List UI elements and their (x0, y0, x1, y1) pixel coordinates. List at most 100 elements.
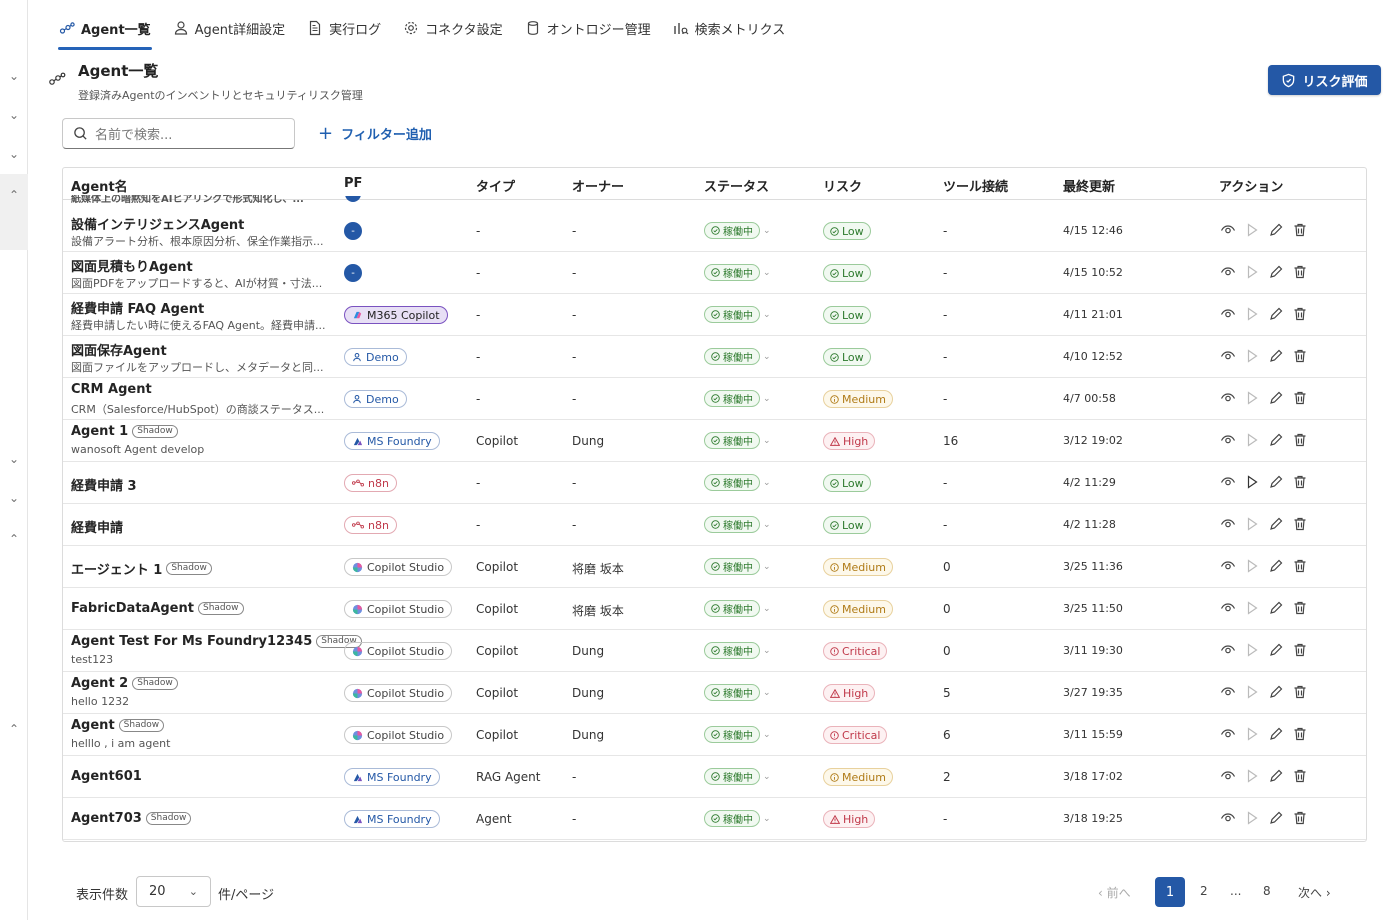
page-button-1[interactable]: 1 (1155, 877, 1185, 907)
delete-icon[interactable] (1292, 810, 1308, 826)
delete-icon[interactable] (1292, 432, 1308, 448)
status-dropdown[interactable]: 稼働中 ⌄ (704, 768, 771, 785)
run-icon[interactable] (1244, 390, 1260, 406)
run-icon[interactable] (1244, 558, 1260, 574)
run-icon[interactable] (1244, 810, 1260, 826)
view-icon[interactable] (1220, 474, 1236, 490)
view-icon[interactable] (1220, 516, 1236, 532)
run-icon[interactable] (1244, 516, 1260, 532)
view-icon[interactable] (1220, 558, 1236, 574)
table-row[interactable]: 図面保存Agent 図面ファイルをアップロードし、メタデータと同... Demo - -… (63, 336, 1366, 378)
chevron-down-icon[interactable]: ⌄ (7, 108, 21, 122)
status-dropdown[interactable]: 稼働中 ⌄ (704, 474, 771, 491)
delete-icon[interactable] (1292, 222, 1308, 238)
table-row[interactable]: 経費申請 FAQ Agent 経費申請したい時に使えるFAQ Agent。経費申請… (63, 294, 1366, 336)
tab-gear[interactable]: コネクタ設定 (392, 8, 513, 48)
column-header[interactable]: ツール接続 (943, 176, 1008, 195)
status-dropdown[interactable]: 稼働中 ⌄ (704, 726, 771, 743)
delete-icon[interactable] (1292, 768, 1308, 784)
view-icon[interactable] (1220, 264, 1236, 280)
delete-icon[interactable] (1292, 516, 1308, 532)
delete-icon[interactable] (1292, 684, 1308, 700)
tab-agents[interactable]: Agent一覧 (48, 8, 162, 50)
chevron-up-icon[interactable]: ⌃ (7, 722, 21, 736)
view-icon[interactable] (1220, 600, 1236, 616)
chevron-down-icon[interactable]: ⌄ (7, 452, 21, 466)
edit-icon[interactable] (1268, 474, 1284, 490)
run-icon[interactable] (1244, 264, 1260, 280)
tab-database[interactable]: オントロジー管理 (514, 8, 662, 48)
status-dropdown[interactable]: 稼働中 ⌄ (704, 432, 771, 449)
delete-icon[interactable] (1292, 474, 1308, 490)
view-icon[interactable] (1220, 642, 1236, 658)
delete-icon[interactable] (1292, 558, 1308, 574)
status-dropdown[interactable]: 稼働中 ⌄ (704, 306, 771, 323)
edit-icon[interactable] (1268, 390, 1284, 406)
edit-icon[interactable] (1268, 684, 1284, 700)
status-dropdown[interactable]: 稼働中 ⌄ (704, 390, 771, 407)
chevron-down-icon[interactable]: ⌄ (7, 491, 21, 505)
column-header[interactable]: Agent名 (71, 176, 128, 195)
chevron-up-icon[interactable]: ⌃ (7, 532, 21, 546)
table-row[interactable]: エージェント 1 Shadow Copilot Studio Copilot 将磨 坂本… (63, 546, 1366, 588)
column-header[interactable]: PF (344, 176, 362, 191)
view-icon[interactable] (1220, 432, 1236, 448)
table-row[interactable]: FabricDataAgent Shadow Copilot Studio Copil… (63, 588, 1366, 630)
chevron-down-icon[interactable]: ⌄ (7, 147, 21, 161)
edit-icon[interactable] (1268, 558, 1284, 574)
delete-icon[interactable] (1292, 726, 1308, 742)
table-row[interactable]: Agent 2 Shadow hello 1232 Copilot Studio Cop… (63, 672, 1366, 714)
delete-icon[interactable] (1292, 600, 1308, 616)
table-row[interactable]: 経費申請 3 n8n - - 稼働中 ⌄ Low - 4/2 11:29 (63, 462, 1366, 504)
edit-icon[interactable] (1268, 768, 1284, 784)
delete-icon[interactable] (1292, 642, 1308, 658)
column-header[interactable]: ステータス (704, 176, 769, 195)
status-dropdown[interactable]: 稼働中 ⌄ (704, 642, 771, 659)
status-dropdown[interactable]: 稼働中 ⌄ (704, 810, 771, 827)
view-icon[interactable] (1220, 222, 1236, 238)
edit-icon[interactable] (1268, 726, 1284, 742)
edit-icon[interactable] (1268, 516, 1284, 532)
column-header[interactable]: オーナー (572, 176, 624, 195)
table-row[interactable]: CRM Agent CRM（Salesforce/HubSpot）の商談ステータス… (63, 378, 1366, 420)
run-icon[interactable] (1244, 432, 1260, 448)
run-icon[interactable] (1244, 684, 1260, 700)
run-icon[interactable] (1244, 306, 1260, 322)
chevron-up-icon[interactable]: ⌃ (7, 188, 21, 202)
run-icon[interactable] (1244, 474, 1260, 490)
status-dropdown[interactable]: 稼働中 ⌄ (704, 264, 771, 281)
view-icon[interactable] (1220, 348, 1236, 364)
search-input[interactable]: 名前で検索... (62, 118, 295, 149)
column-header[interactable]: 最終更新 (1063, 176, 1115, 195)
run-icon[interactable] (1244, 726, 1260, 742)
prev-page-button[interactable]: ‹ 前へ (1098, 884, 1131, 901)
view-icon[interactable] (1220, 768, 1236, 784)
view-icon[interactable] (1220, 810, 1236, 826)
add-filter-button[interactable]: + フィルター追加 (318, 124, 432, 143)
edit-icon[interactable] (1268, 432, 1284, 448)
page-size-select[interactable]: 20 ⌄ (136, 876, 211, 907)
table-row[interactable]: Agent601 MS Foundry RAG Agent - 稼働中 ⌄ Medium 2 3… (63, 756, 1366, 798)
table-row[interactable]: Agent703 Shadow MS Foundry Agent - 稼働中 ⌄ High - 3… (63, 798, 1366, 840)
edit-icon[interactable] (1268, 222, 1284, 238)
status-dropdown[interactable]: 稼働中 ⌄ (704, 558, 771, 575)
view-icon[interactable] (1220, 390, 1236, 406)
page-button-2[interactable]: 2 (1200, 884, 1208, 898)
status-dropdown[interactable]: 稼働中 ⌄ (704, 600, 771, 617)
table-row[interactable]: Agent 1 Shadow wanosoft Agent develop MS Fo… (63, 420, 1366, 462)
status-dropdown[interactable]: 稼働中 ⌄ (704, 222, 771, 239)
delete-icon[interactable] (1292, 390, 1308, 406)
status-dropdown[interactable]: 稼働中 ⌄ (704, 684, 771, 701)
edit-icon[interactable] (1268, 264, 1284, 280)
run-icon[interactable] (1244, 222, 1260, 238)
delete-icon[interactable] (1292, 306, 1308, 322)
column-header[interactable]: リスク (823, 176, 862, 195)
table-row[interactable]: 経費申請 n8n - - 稼働中 ⌄ Low - 4/2 11:28 (63, 504, 1366, 546)
run-icon[interactable] (1244, 642, 1260, 658)
run-icon[interactable] (1244, 600, 1260, 616)
run-icon[interactable] (1244, 768, 1260, 784)
table-row[interactable]: 設備インテリジェンスAgent 設備アラート分析、根本原因分析、保全作業指示...… (63, 210, 1366, 252)
column-header[interactable]: アクション (1219, 176, 1283, 195)
view-icon[interactable] (1220, 306, 1236, 322)
view-icon[interactable] (1220, 726, 1236, 742)
